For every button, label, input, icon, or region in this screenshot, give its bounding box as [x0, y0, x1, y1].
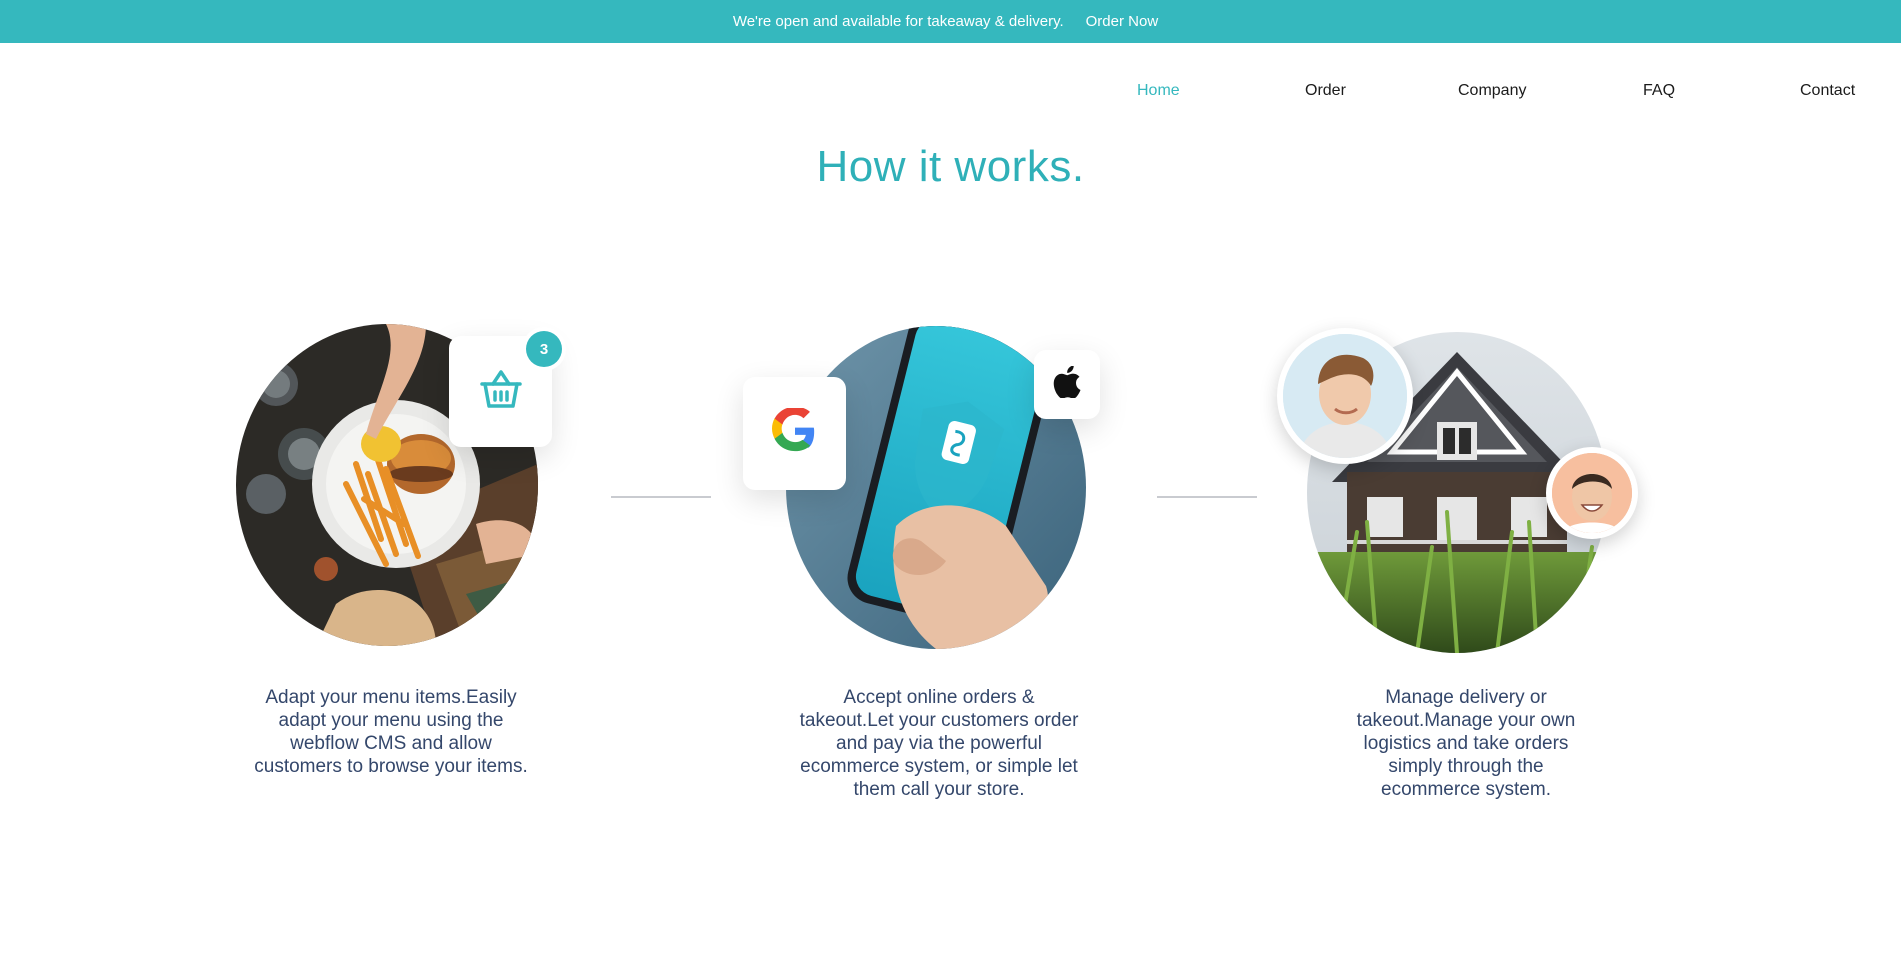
- step-connector: [611, 496, 711, 498]
- google-icon: [771, 406, 818, 459]
- nav-home[interactable]: Home: [1137, 82, 1180, 100]
- nav-order[interactable]: Order: [1305, 82, 1346, 100]
- announcement-banner: We're open and available for takeaway & …: [0, 0, 1901, 43]
- step-1-description: Adapt your menu items.Easily adapt your …: [254, 687, 528, 777]
- main-nav: Home Order Company FAQ Contact: [0, 82, 1901, 106]
- apple-icon: [1053, 365, 1081, 403]
- order-now-link[interactable]: Order Now: [1086, 13, 1159, 30]
- apple-card: [1034, 350, 1100, 419]
- step-connector: [1157, 496, 1257, 498]
- cart-count-badge: 3: [526, 331, 562, 367]
- avatar-young-man: [1277, 328, 1413, 464]
- page-title: How it works.: [816, 142, 1085, 191]
- avatar-smiling-man: [1546, 447, 1638, 539]
- nav-company[interactable]: Company: [1458, 82, 1526, 100]
- nav-contact[interactable]: Contact: [1800, 82, 1855, 100]
- banner-message: We're open and available for takeaway & …: [732, 13, 1064, 30]
- step-3-description: Manage delivery or takeout.Manage your o…: [1356, 687, 1576, 800]
- nav-faq[interactable]: FAQ: [1643, 82, 1675, 100]
- basket-icon: [478, 366, 524, 417]
- google-card: [743, 377, 846, 490]
- step-2-description: Accept online orders & takeout.Let your …: [799, 687, 1079, 800]
